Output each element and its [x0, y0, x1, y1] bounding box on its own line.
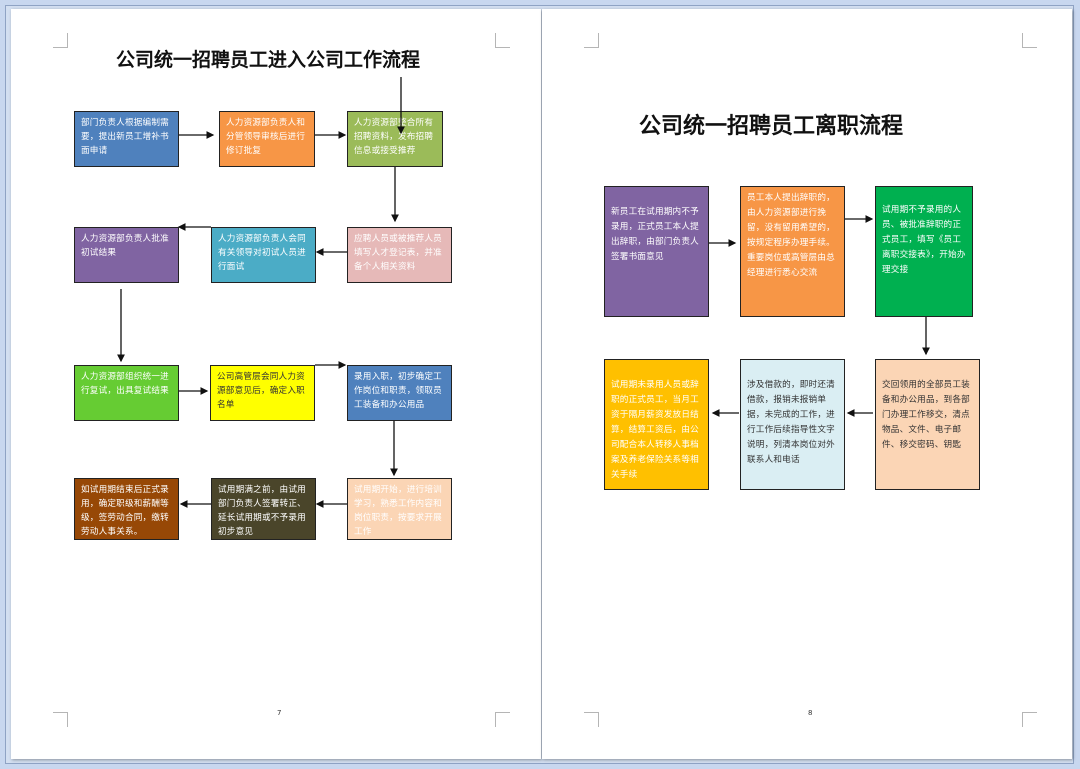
flow-step-6: 人力资源部负责人批准初试结果: [74, 227, 179, 283]
flow-step-5: 人力资源部负责人会同有关领导对初试人员进行面试: [211, 227, 316, 283]
flow-step-4: 应聘人员或被推荐人员填写人才登记表，并准备个人相关资料: [347, 227, 452, 283]
step-text: 录用入职，初步确定工作岗位和职责，领取员工装备和办公用品: [354, 372, 442, 410]
step-text: 公司高管层会同人力资源部意见后，确定入职名单: [217, 372, 305, 410]
step-text: 试用期未录用人员或辞职的正式员工，当月工资于隔月薪资发放日结算，结算工资后，由公…: [611, 380, 699, 480]
step-text: 员工本人提出辞职的，由人力资源部进行挽留，没有留用希望的，按规定程序办理手续。重…: [747, 193, 835, 278]
flow-step-2: 人力资源部负责人和分管领导审核后进行修订批复: [219, 111, 315, 167]
flow-step-3: 人力资源部整合所有招聘资料，发布招聘信息或接受推荐: [347, 111, 443, 167]
step-text: 试用期开始，进行培训学习，熟悉工作内容和岗位职责，按要求开展工作: [354, 485, 442, 537]
step-text: 部门负责人根据编制需要，提出新员工增补书面申请: [81, 118, 169, 156]
step-text: 如试用期结束后正式录用，确定职级和薪酬等级，签劳动合同，缴转劳动人事关系。: [81, 485, 169, 537]
page-number: 8: [808, 709, 813, 717]
flow-step-3: 试用期不予录用的人员、被批准辞职的正式员工，填写《员工离职交接表》，开始办理交接: [875, 186, 973, 317]
flow-step-9: 录用入职，初步确定工作岗位和职责，领取员工装备和办公用品: [347, 365, 452, 421]
flow-step-2: 员工本人提出辞职的，由人力资源部进行挽留，没有留用希望的，按规定程序办理手续。重…: [740, 186, 845, 317]
flow-step-8: 公司高管层会同人力资源部意见后，确定入职名单: [210, 365, 315, 421]
step-text: 新员工在试用期内不予录用，正式员工本人提出辞职，由部门负责人签署书面意见: [611, 207, 699, 262]
flow-step-4: 交回领用的全部员工装备和办公用品，到各部门办理工作移交，清点物品、文件、电子邮件…: [875, 359, 980, 490]
page-number: 7: [277, 709, 282, 717]
step-text: 试用期不予录用的人员、被批准辞职的正式员工，填写《员工离职交接表》，开始办理交接: [882, 205, 966, 275]
step-text: 人力资源部负责人和分管领导审核后进行修订批复: [226, 118, 306, 156]
document-viewport[interactable]: 公司统一招聘员工进入公司工作流程 部门负责人根据编制需要，提出新员工增补书面申请…: [5, 5, 1074, 764]
flow-step-11: 试用期满之前，由试用部门负责人签署转正、延长试用期或不予录用初步意见: [211, 478, 316, 540]
flow-step-6: 试用期未录用人员或辞职的正式员工，当月工资于隔月薪资发放日结算，结算工资后，由公…: [604, 359, 709, 490]
step-text: 人力资源部负责人批准初试结果: [81, 234, 169, 258]
flow-step-1: 部门负责人根据编制需要，提出新员工增补书面申请: [74, 111, 179, 167]
flow-step-10: 试用期开始，进行培训学习，熟悉工作内容和岗位职责，按要求开展工作: [347, 478, 452, 540]
flow-step-7: 人力资源部组织统一进行复试，出具复试结果: [74, 365, 179, 421]
flow-step-5: 涉及借款的，即时还清借款，报销未报销单据，未完成的工作，进行工作后续指导性文字说…: [740, 359, 845, 490]
step-text: 人力资源部整合所有招聘资料，发布招聘信息或接受推荐: [354, 118, 434, 156]
step-text: 人力资源部负责人会同有关领导对初试人员进行面试: [218, 234, 306, 272]
step-text: 涉及借款的，即时还清借款，报销未报销单据，未完成的工作，进行工作后续指导性文字说…: [747, 380, 835, 465]
step-text: 试用期满之前，由试用部门负责人签署转正、延长试用期或不予录用初步意见: [218, 485, 306, 537]
flow-step-12: 如试用期结束后正式录用，确定职级和薪酬等级，签劳动合同，缴转劳动人事关系。: [74, 478, 179, 540]
step-text: 人力资源部组织统一进行复试，出具复试结果: [81, 372, 169, 396]
step-text: 交回领用的全部员工装备和办公用品，到各部门办理工作移交，清点物品、文件、电子邮件…: [882, 380, 970, 450]
page-7: 公司统一招聘员工进入公司工作流程 部门负责人根据编制需要，提出新员工增补书面申请…: [11, 9, 541, 759]
page-8: 公司统一招聘员工离职流程 新员工在试用期内不予录用，正式员工本人提出辞职，由部门…: [542, 9, 1072, 759]
flow-step-1: 新员工在试用期内不予录用，正式员工本人提出辞职，由部门负责人签署书面意见: [604, 186, 709, 317]
step-text: 应聘人员或被推荐人员填写人才登记表，并准备个人相关资料: [354, 234, 442, 272]
